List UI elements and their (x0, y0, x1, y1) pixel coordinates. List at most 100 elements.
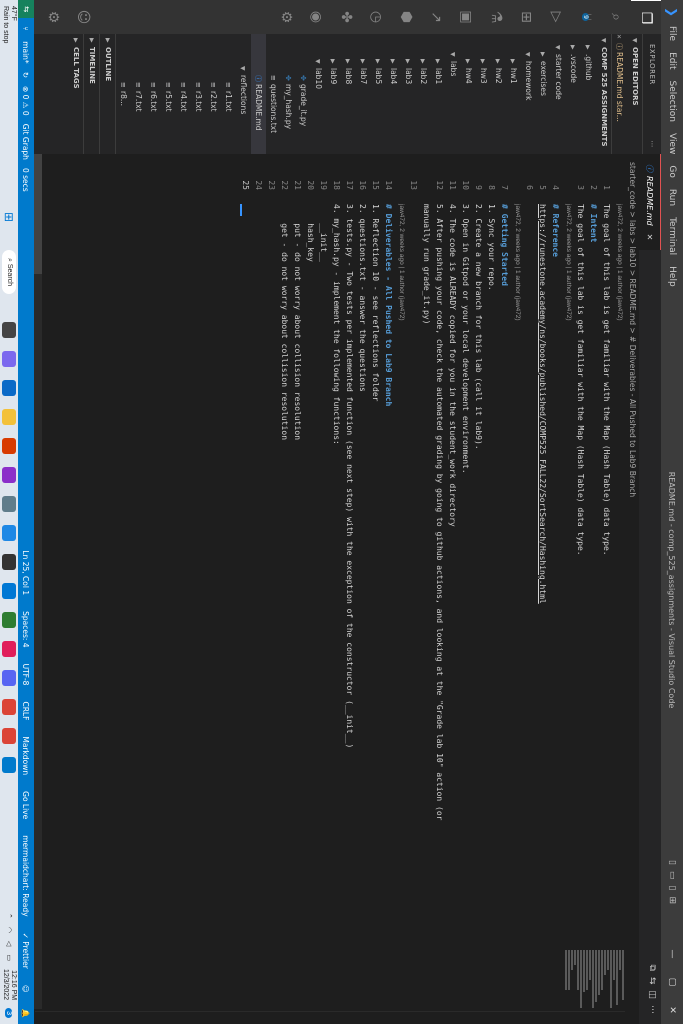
code-line[interactable]: 18 4. my_hash.py - implement the followin… (330, 154, 343, 994)
sync-button[interactable]: ↻ (22, 72, 31, 78)
file-item[interactable]: ≡ r7.txt (131, 34, 146, 154)
vertical-scrollbar[interactable] (35, 1011, 625, 1024)
code-line[interactable]: 24 (252, 154, 265, 994)
terminal-icon[interactable] (2, 554, 16, 570)
folder-item[interactable]: ▶ exercises (536, 34, 551, 154)
edge-icon[interactable] (2, 525, 16, 541)
folder-item[interactable]: ▶ lab4 (386, 34, 401, 154)
code-line[interactable]: 20 hash_key (304, 154, 317, 994)
language-mode[interactable]: Markdown (22, 736, 31, 775)
explorer-icon[interactable]: ❐ (631, 0, 661, 35)
problems-indicator[interactable]: ⊗ 0 ⚠ 0 (22, 86, 31, 116)
toggle-panel-icon[interactable]: ▭ (667, 871, 677, 880)
prettier-status[interactable]: ✓ Prettier (22, 933, 31, 969)
folder-item[interactable]: ▶ lab3 (401, 34, 416, 154)
code-line[interactable]: 7 # Getting Started (498, 154, 511, 994)
code-line[interactable]: 15 1. Reflection 10 - see reflections fol… (369, 154, 382, 994)
more-actions-icon[interactable]: ⋯ (643, 141, 661, 149)
folder-item[interactable]: ▶ lab1 (431, 34, 446, 154)
liveshare-icon[interactable]: ↗ (421, 0, 451, 34)
timer-icon[interactable]: ◷ (361, 0, 391, 34)
menu-help[interactable]: Help (667, 266, 677, 287)
file-item[interactable]: ≡ r5.txt (161, 34, 176, 154)
customize-layout-icon[interactable]: ⊞ (667, 896, 677, 904)
search-icon[interactable]: ⌕ (601, 0, 631, 34)
code-line[interactable]: 6 (523, 154, 536, 994)
close-icon[interactable]: ✕ (645, 234, 654, 241)
code-line[interactable]: 9 2. Create a new branch for this lab (ca… (472, 154, 485, 994)
tab-readme[interactable]: ⓘ README.md ✕ (638, 154, 661, 251)
git-blame-lens[interactable]: jaw472, 2 weeks ago | 1 author (jaw472) (511, 154, 523, 994)
menu-go[interactable]: Go (667, 165, 677, 177)
feedback-icon[interactable]: ☺ (22, 985, 31, 993)
notifications-icon[interactable]: 🔔 (22, 1009, 31, 1018)
code-line[interactable]: 14 # Deliverables - All Pushed to Lab9 Br… (382, 154, 395, 994)
folder-item[interactable]: ▶ hw1 (506, 34, 521, 154)
task-view-icon[interactable] (2, 322, 16, 338)
file-item[interactable]: ≡ r4.txt (176, 34, 191, 154)
folder-item[interactable]: ▶ lab5 (371, 34, 386, 154)
folder-item[interactable]: ▶ lab8 (341, 34, 356, 154)
file-explorer-icon[interactable] (2, 409, 16, 425)
menu-file[interactable]: File (667, 26, 677, 41)
clock[interactable]: 12:16 PM 12/3/2022 (1, 969, 17, 1000)
run-debug-icon[interactable]: ▷ (541, 0, 571, 34)
workspace-section[interactable]: ▼ COMP 525 ASSIGNMENTS (596, 34, 612, 154)
branch-indicator[interactable]: ⑂ main* (22, 26, 31, 63)
menu-run[interactable]: Run (667, 189, 677, 206)
notification-badge[interactable]: 3 (5, 1008, 13, 1018)
menu-view[interactable]: View (667, 133, 677, 154)
code-line[interactable]: 3 The goal of this lab is get familiar wi… (574, 154, 587, 994)
folder-item[interactable]: ▶ lab7 (356, 34, 371, 154)
code-line[interactable]: 23 (265, 154, 278, 994)
code-editor[interactable]: jaw472, 2 weeks ago | 1 author (jaw472) 1… (35, 154, 625, 994)
section-timeline[interactable]: ▶ TIMELINE (84, 34, 100, 154)
file-item[interactable]: ≡ r8... (116, 34, 131, 154)
chevron-up-icon[interactable]: ⌃ (5, 913, 13, 919)
testing-icon[interactable]: ⚗ (481, 0, 511, 34)
file-item[interactable]: ≡ r1.txt (221, 34, 236, 154)
file-item[interactable]: ✤ grade_it.py (296, 34, 311, 154)
slack-icon[interactable] (2, 641, 16, 657)
app-icon[interactable] (2, 612, 16, 628)
code-line[interactable]: 25 (239, 154, 252, 994)
open-editors-section[interactable]: ▼ OPEN EDITORS (627, 34, 643, 154)
open-editor-item[interactable]: ✕ⓘ README.md star... (612, 34, 627, 154)
section-cell-tags[interactable]: ▶ CELL TAGS (68, 34, 84, 154)
open-preview-icon[interactable]: ⧉ (647, 965, 657, 971)
toggle-secondary-sidebar-icon[interactable]: ▯ (667, 886, 677, 891)
code-line[interactable]: 17 3. tests.py - Two tests per implemente… (343, 154, 356, 994)
git-blame-lens[interactable]: jaw472, 2 weeks ago | 1 author (jaw472) (395, 154, 407, 994)
code-line[interactable]: 19 __init__ (317, 154, 330, 994)
remote-indicator[interactable]: ⇆ (18, 0, 34, 19)
menu-selection[interactable]: Selection (667, 81, 677, 122)
cursor-position[interactable]: Ln 25, Col 1 (22, 550, 31, 595)
github-icon[interactable]: ◉ (301, 0, 331, 34)
widgets-icon[interactable] (2, 380, 16, 396)
go-live-button[interactable]: Go Live (22, 791, 31, 819)
vscode-taskbar-icon[interactable] (2, 757, 16, 773)
file-item[interactable]: ≡ questions.txt (266, 34, 281, 154)
folder-item[interactable]: ▼ lab10 (311, 34, 326, 154)
code-line[interactable]: 4 # Reference (549, 154, 562, 994)
toggle-sidebar-icon[interactable]: ▯ (667, 860, 677, 865)
code-line[interactable]: manually run grade_it.py) (420, 154, 433, 994)
office-icon[interactable] (2, 438, 16, 454)
more-actions-icon[interactable]: ⋯ (647, 1005, 657, 1014)
folder-item[interactable]: ▶ hw3 (476, 34, 491, 154)
compare-changes-icon[interactable]: ⇆ (647, 977, 657, 985)
file-item[interactable]: ✤ my_hash.py (281, 34, 296, 154)
code-line[interactable]: 16 2. questions.txt - answer the question… (356, 154, 369, 994)
file-item[interactable]: ≡ r2.txt (206, 34, 221, 154)
indentation[interactable]: Spaces: 4 (22, 611, 31, 647)
taskbar-search[interactable]: ⌕ Search (2, 250, 16, 295)
folder-item[interactable]: ▶ .vscode (566, 34, 581, 154)
wifi-icon[interactable]: ◠ (5, 927, 13, 933)
docker-icon[interactable]: ⬢ (391, 0, 421, 34)
outlook-icon[interactable] (2, 583, 16, 599)
folder-item[interactable]: ▼ labs (446, 34, 461, 154)
code-line[interactable]: 22 get - do not worry about collision re… (278, 154, 291, 994)
chrome-icon[interactable] (2, 699, 16, 715)
folder-item[interactable]: ▼ reflections (236, 34, 251, 154)
breadcrumb[interactable]: starter_code > labs > lab10 > README.md … (625, 154, 639, 1024)
